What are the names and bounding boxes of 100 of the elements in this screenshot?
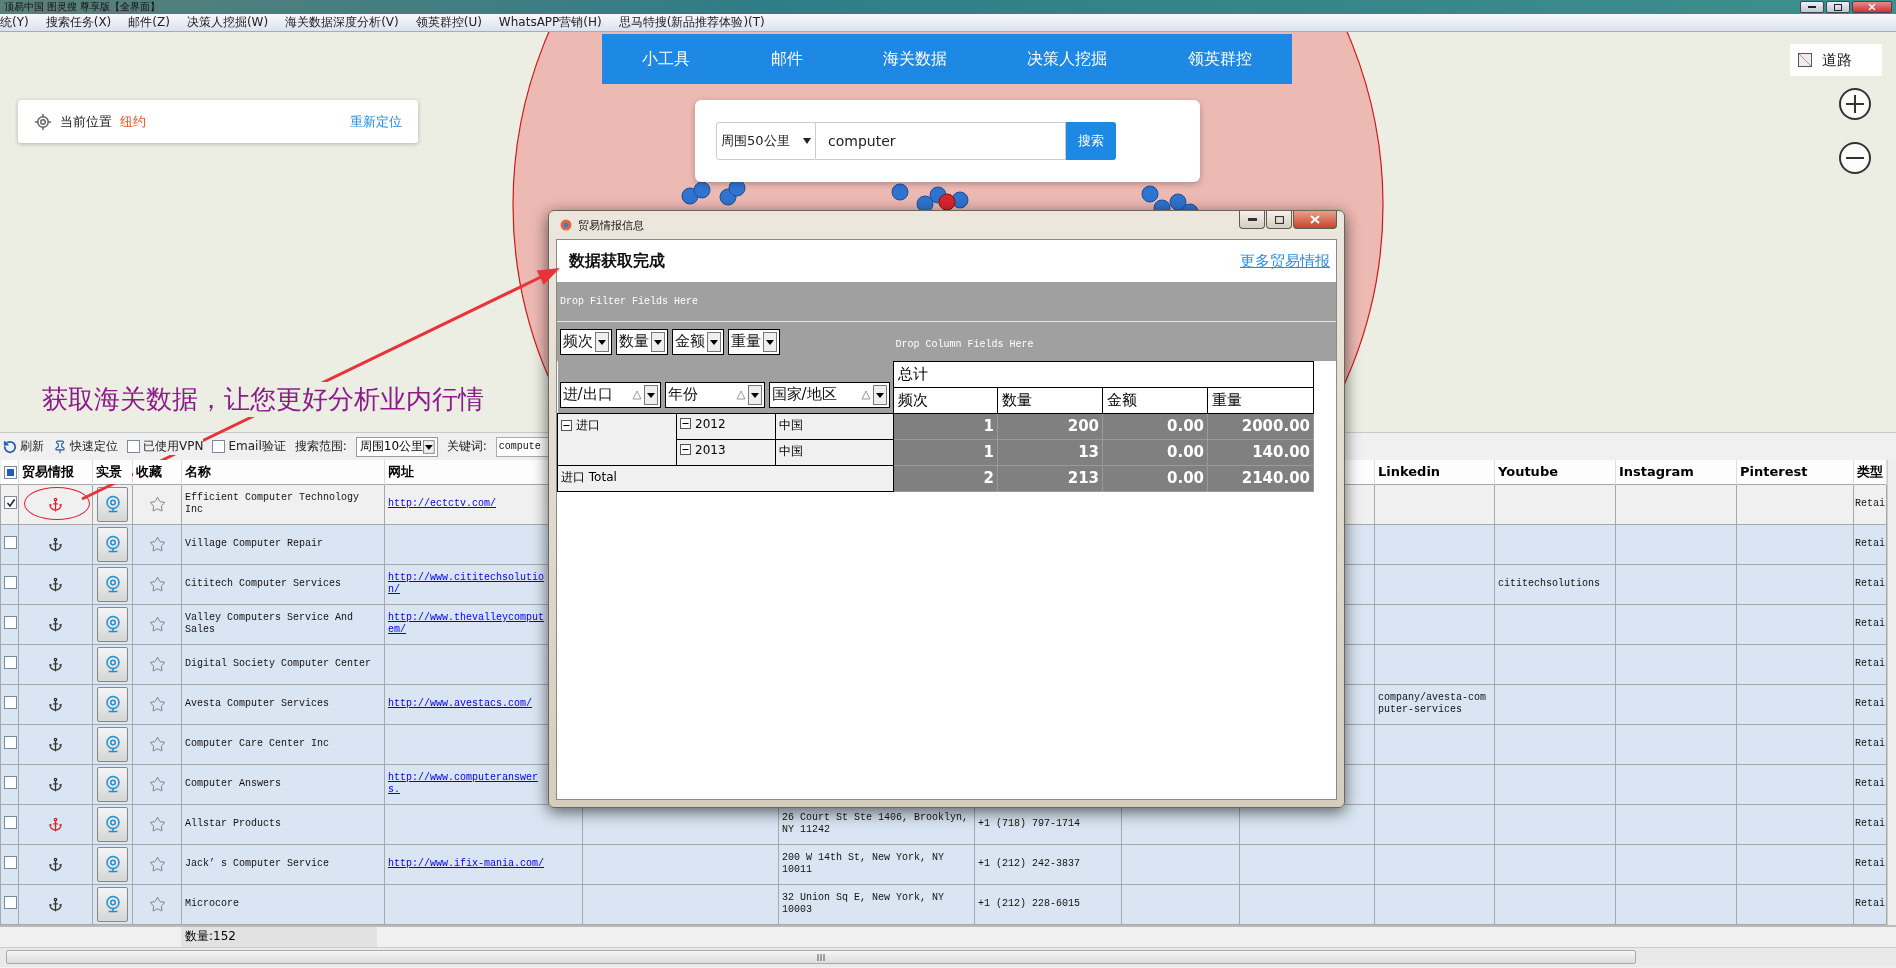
menu-item[interactable]: 海关数据深度分析(V) bbox=[285, 14, 399, 31]
star-icon[interactable] bbox=[148, 495, 166, 513]
column-header[interactable]: Linkedin bbox=[1374, 460, 1495, 484]
column-header[interactable]: 收藏 bbox=[132, 460, 182, 484]
star-icon[interactable] bbox=[148, 895, 166, 913]
data-field-button[interactable]: 金额 bbox=[671, 328, 724, 355]
street-view-button[interactable] bbox=[97, 726, 128, 762]
checkbox[interactable] bbox=[212, 440, 226, 453]
anchor-icon[interactable] bbox=[48, 536, 63, 552]
range-select[interactable]: 周围10公里 bbox=[355, 436, 438, 457]
street-view-button[interactable] bbox=[97, 806, 128, 842]
keyword-field[interactable]: compute bbox=[495, 436, 551, 457]
search-field[interactable]: computer bbox=[816, 122, 1066, 160]
zoom-in-button[interactable] bbox=[1839, 88, 1871, 120]
street-view-button[interactable] bbox=[97, 606, 128, 642]
table-row[interactable]: Jack’ s Computer Service http://www.ifix-mania.com/ 200 W 14th St, New York, NY 10011 +1 (212) 242-3837 Retai bbox=[0, 844, 1887, 884]
star-icon[interactable] bbox=[148, 775, 166, 793]
checkbox[interactable] bbox=[127, 440, 140, 453]
radius-select[interactable]: 周围50公里 bbox=[716, 122, 816, 160]
menu-item[interactable]: WhatsAPP营销(H) bbox=[498, 14, 602, 31]
star-icon[interactable] bbox=[148, 615, 166, 633]
street-view-button[interactable] bbox=[97, 686, 128, 722]
anchor-icon[interactable] bbox=[48, 616, 63, 632]
zoom-out-button[interactable] bbox=[1839, 142, 1871, 174]
row-checkbox[interactable] bbox=[4, 775, 17, 789]
data-field-button[interactable]: 数量 bbox=[615, 328, 668, 355]
data-field-button[interactable]: 重量 bbox=[727, 328, 780, 355]
search-button[interactable]: 搜索 bbox=[1066, 122, 1116, 160]
column-header[interactable]: 名称 bbox=[181, 460, 385, 484]
street-view-button[interactable] bbox=[97, 886, 128, 922]
map-layer-toggle[interactable]: 道路 bbox=[1790, 44, 1882, 76]
collapse-icon[interactable] bbox=[680, 444, 691, 455]
row-field-button[interactable]: 国家/地区 bbox=[768, 381, 890, 408]
column-header[interactable]: Instagram bbox=[1615, 460, 1737, 484]
maximize-button[interactable] bbox=[1266, 211, 1292, 229]
more-trade-link[interactable]: 更多贸易情报 bbox=[1240, 251, 1330, 271]
table-row[interactable]: Microcore 32 Union Sq E, New York, NY 10003 +1 (212) 228-6015 Retai bbox=[0, 884, 1887, 924]
menu-item[interactable]: 决策人挖掘(W) bbox=[186, 14, 269, 31]
row-checkbox[interactable] bbox=[4, 735, 17, 749]
menu-item[interactable]: 邮件(Z) bbox=[128, 14, 170, 31]
collapse-icon[interactable] bbox=[680, 418, 691, 429]
menu-item[interactable]: 搜索任务(X) bbox=[45, 14, 112, 31]
close-button[interactable] bbox=[1293, 211, 1337, 229]
column-header[interactable]: 类型 bbox=[1853, 460, 1887, 484]
refresh-button[interactable]: 刷新 bbox=[3, 438, 44, 455]
horizontal-scrollbar[interactable] bbox=[0, 946, 1896, 967]
row-checkbox[interactable] bbox=[4, 855, 17, 869]
relocate-link[interactable]: 重新定位 bbox=[350, 112, 402, 131]
row-checkbox[interactable] bbox=[4, 655, 17, 669]
menu-item[interactable]: 思马特搜(新品推荐体验)(T) bbox=[618, 14, 765, 31]
maximize-button[interactable] bbox=[1826, 1, 1850, 13]
street-view-button[interactable] bbox=[97, 486, 128, 522]
collapse-icon[interactable] bbox=[561, 419, 572, 431]
nav-tab[interactable]: 小工具 bbox=[642, 48, 691, 70]
nav-tab[interactable]: 领英群控 bbox=[1187, 48, 1252, 70]
street-view-button[interactable] bbox=[97, 526, 128, 562]
street-view-button[interactable] bbox=[97, 646, 128, 682]
nav-tab[interactable]: 决策人挖掘 bbox=[1027, 48, 1108, 70]
close-button[interactable] bbox=[1852, 1, 1892, 13]
scrollbar-thumb[interactable] bbox=[6, 950, 1636, 964]
select-all-checkbox[interactable] bbox=[3, 466, 17, 480]
column-header[interactable]: 贸易情报 bbox=[18, 460, 93, 484]
star-icon[interactable] bbox=[148, 655, 166, 673]
star-icon[interactable] bbox=[148, 855, 166, 873]
anchor-icon[interactable] bbox=[48, 896, 63, 912]
street-view-button[interactable] bbox=[97, 846, 128, 882]
minimize-button[interactable] bbox=[1800, 1, 1824, 13]
row-checkbox[interactable] bbox=[4, 815, 17, 829]
street-view-button[interactable] bbox=[97, 766, 128, 802]
row-checkbox[interactable] bbox=[4, 695, 17, 709]
menu-item[interactable]: 领英群控(U) bbox=[415, 14, 482, 31]
nav-tab[interactable]: 海关数据 bbox=[882, 48, 947, 70]
data-field-button[interactable]: 频次 bbox=[559, 328, 612, 355]
star-icon[interactable] bbox=[148, 575, 166, 593]
column-header[interactable]: Youtube bbox=[1494, 460, 1616, 484]
nav-tab[interactable]: 邮件 bbox=[770, 48, 803, 70]
star-icon[interactable] bbox=[148, 815, 166, 833]
anchor-icon[interactable] bbox=[48, 776, 63, 792]
column-header[interactable]: 实景 bbox=[92, 460, 133, 484]
anchor-icon[interactable] bbox=[48, 656, 63, 672]
street-view-button[interactable] bbox=[97, 566, 128, 602]
anchor-icon[interactable] bbox=[48, 576, 63, 592]
row-checkbox[interactable] bbox=[4, 575, 17, 589]
star-icon[interactable] bbox=[148, 735, 166, 753]
star-icon[interactable] bbox=[148, 695, 166, 713]
anchor-icon[interactable] bbox=[48, 736, 63, 752]
row-field-button[interactable]: 进/出口 bbox=[559, 381, 661, 408]
row-checkbox[interactable] bbox=[4, 615, 17, 629]
anchor-icon[interactable] bbox=[48, 696, 63, 712]
anchor-icon[interactable] bbox=[48, 856, 63, 872]
row-checkbox[interactable] bbox=[4, 496, 17, 510]
anchor-icon[interactable] bbox=[48, 496, 63, 512]
menu-item[interactable]: 统(Y) bbox=[0, 14, 29, 31]
star-icon[interactable] bbox=[148, 535, 166, 553]
row-checkbox[interactable] bbox=[4, 895, 17, 909]
row-field-button[interactable]: 年份 bbox=[664, 381, 765, 408]
minimize-button[interactable] bbox=[1239, 211, 1265, 229]
table-row[interactable]: Allstar Products 26 Court St Ste 1406, Brooklyn, NY 11242 +1 (718) 797-1714 Retai bbox=[0, 804, 1887, 844]
locate-button[interactable]: 快速定位 bbox=[53, 438, 118, 455]
column-header[interactable]: Pinterest bbox=[1736, 460, 1854, 484]
